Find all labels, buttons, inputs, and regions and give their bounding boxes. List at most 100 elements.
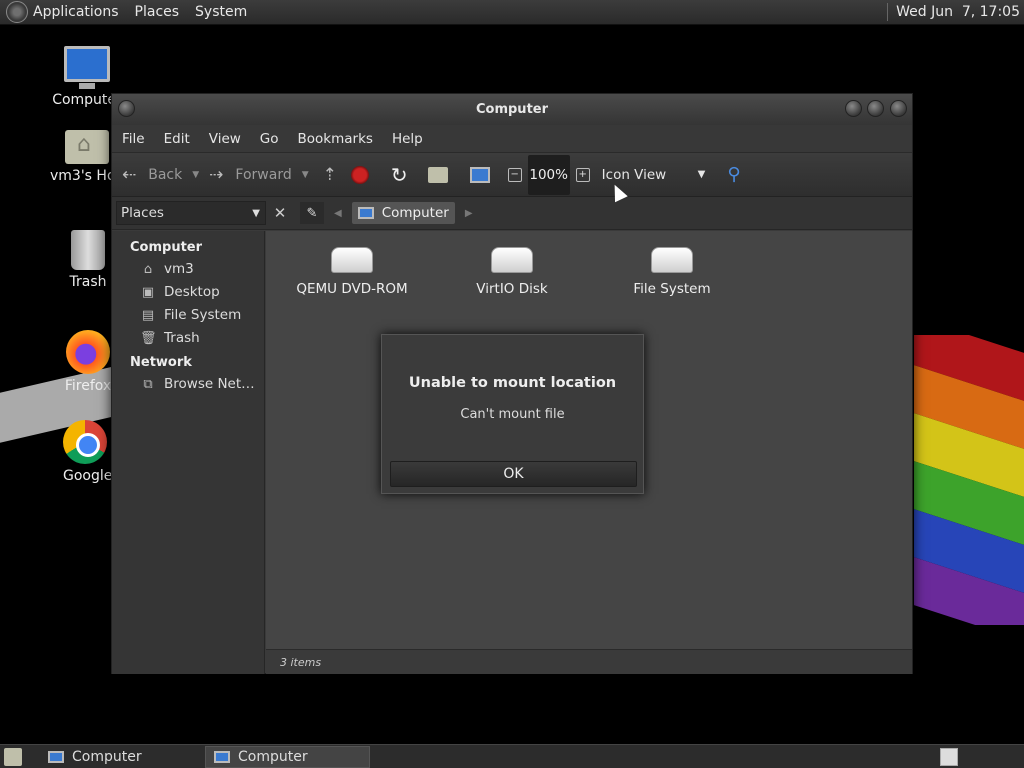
sidebar-heading-computer: Computer <box>130 240 203 255</box>
edit-location-icon[interactable]: ✎ <box>300 202 324 224</box>
sidebar-item-file-system[interactable]: ▤ File System <box>112 304 264 327</box>
item-label: VirtIO Disk <box>476 281 548 297</box>
back-history-dropdown[interactable]: ▼ <box>192 170 199 180</box>
breadcrumb-label: Computer <box>381 205 449 221</box>
crumb-right-arrow-icon[interactable]: ▶ <box>465 208 473 219</box>
show-desktop-icon[interactable] <box>4 747 22 766</box>
optical-drive-icon <box>331 247 373 273</box>
sidebar-item-label: Trash <box>164 330 200 346</box>
harddisk-icon <box>491 247 533 273</box>
reload-icon[interactable]: ↻ <box>391 163 408 187</box>
sidebar-item-browse-network[interactable]: ⧉ Browse Net… <box>112 373 264 396</box>
item-label: QEMU DVD-ROM <box>296 281 408 297</box>
menubar: File Edit View Go Bookmarks Help <box>112 125 912 152</box>
back-arrow-icon: ⇠ <box>122 164 137 185</box>
dialog-title: Unable to mount location <box>408 375 617 391</box>
computer-icon[interactable] <box>469 166 490 183</box>
close-button[interactable] <box>890 100 907 117</box>
mount-error-dialog: Unable to mount location Can't mount fil… <box>381 334 644 494</box>
window-menu-button[interactable] <box>118 100 135 117</box>
taskbar-item-computer-1[interactable]: Computer <box>40 746 205 768</box>
panel-separator <box>887 3 889 21</box>
back-label: Back <box>148 166 183 183</box>
taskbar-item-computer-2[interactable]: Computer <box>205 745 370 768</box>
item-qemu-dvd-rom[interactable]: QEMU DVD-ROM <box>282 247 422 297</box>
harddisk-icon <box>651 247 693 273</box>
forward-history-dropdown[interactable]: ▼ <box>302 170 309 180</box>
menu-applications[interactable]: Applications <box>33 4 119 20</box>
sidebar-item-trash[interactable]: 🗑 Trash <box>112 327 264 350</box>
distro-logo-icon[interactable] <box>6 1 28 23</box>
places-select-label: Places <box>121 205 164 221</box>
computer-icon <box>357 207 374 219</box>
places-sidebar: Computer ⌂ vm3 ▣ Desktop ▤ File System 🗑… <box>112 231 265 674</box>
menu-view[interactable]: View <box>209 131 241 147</box>
minimize-button[interactable] <box>845 100 862 117</box>
network-icon: ⧉ <box>143 376 153 392</box>
forward-arrow-icon: ⇢ <box>209 164 224 185</box>
up-arrow-icon[interactable]: ⇡ <box>323 165 337 185</box>
clock[interactable]: Wed Jun 7, 17:05 <box>896 4 1020 20</box>
item-count: 3 items <box>280 655 322 669</box>
zoom-level[interactable]: 100% <box>527 154 570 195</box>
top-panel: Applications Places System Wed Jun 7, 17… <box>0 0 1024 25</box>
menu-go[interactable]: Go <box>260 131 279 147</box>
view-mode-label: Icon View <box>601 166 667 183</box>
home-folder-icon: ⌂ <box>143 261 153 277</box>
home-folder-icon <box>65 130 109 164</box>
menu-file[interactable]: File <box>122 131 145 147</box>
search-icon[interactable]: ⚲ <box>727 164 740 185</box>
crumb-left-arrow-icon[interactable]: ◀ <box>334 208 342 219</box>
computer-icon <box>48 750 64 763</box>
computer-icon <box>64 46 110 89</box>
workspace-switcher[interactable] <box>940 747 958 766</box>
forward-button[interactable]: ⇢ Forward <box>209 165 292 185</box>
task-label: Computer <box>238 748 308 765</box>
item-virtio-disk[interactable]: VirtIO Disk <box>442 247 582 297</box>
menu-system[interactable]: System <box>195 4 247 20</box>
close-sidebar-icon[interactable]: ✕ <box>270 204 290 222</box>
computer-icon <box>214 750 230 763</box>
breadcrumb-computer[interactable]: Computer <box>351 202 455 224</box>
sidebar-item-label: File System <box>164 307 242 323</box>
sidebar-heading-network: Network <box>130 355 192 370</box>
menu-help[interactable]: Help <box>392 131 423 147</box>
location-bar: Places ▼ ✕ ✎ ◀ Computer ▶ <box>112 197 912 230</box>
chrome-icon <box>63 420 107 464</box>
item-label: File System <box>633 281 711 297</box>
bottom-panel: Computer Computer <box>0 744 1024 768</box>
back-button[interactable]: ⇠ Back <box>122 165 182 185</box>
trash-icon: 🗑 <box>140 330 157 346</box>
desktop-wallpaper-rainbow <box>914 335 1024 625</box>
menu-places[interactable]: Places <box>135 4 180 20</box>
stop-icon[interactable] <box>350 165 369 184</box>
sidebar-item-label: Browse Net… <box>164 376 255 392</box>
zoom-in-button[interactable]: + <box>575 167 590 182</box>
menu-bookmarks[interactable]: Bookmarks <box>298 131 373 147</box>
zoom-out-button[interactable]: − <box>507 167 522 182</box>
sidebar-item-desktop[interactable]: ▣ Desktop <box>112 281 264 304</box>
status-bar: 3 items <box>266 649 912 674</box>
forward-label: Forward <box>235 166 292 183</box>
task-label: Computer <box>72 748 142 765</box>
ok-button[interactable]: OK <box>390 461 637 487</box>
trash-icon <box>71 230 105 270</box>
drive-icon: ▤ <box>141 307 155 323</box>
view-mode-select[interactable]: Icon View ▼ <box>602 167 706 183</box>
chevron-down-icon: ▼ <box>252 207 260 219</box>
toolbar: ⇠ Back ▼ ⇢ Forward ▼ ⇡ ↻ − 100% + Icon V… <box>112 152 912 197</box>
window-titlebar[interactable]: Computer <box>112 94 912 125</box>
item-file-system[interactable]: File System <box>602 247 742 297</box>
sidebar-item-vm3[interactable]: ⌂ vm3 <box>112 258 264 281</box>
dialog-message: Can't mount file <box>460 407 565 422</box>
sidebar-item-label: vm3 <box>164 261 194 277</box>
home-icon[interactable] <box>427 166 448 183</box>
sidebar-places-select[interactable]: Places ▼ <box>116 201 266 225</box>
maximize-button[interactable] <box>867 100 884 117</box>
firefox-icon <box>66 330 110 374</box>
sidebar-item-label: Desktop <box>164 284 220 300</box>
window-title: Computer <box>475 102 549 117</box>
chevron-down-icon: ▼ <box>697 169 706 180</box>
desktop-folder-icon: ▣ <box>141 284 155 300</box>
menu-edit[interactable]: Edit <box>164 131 190 147</box>
